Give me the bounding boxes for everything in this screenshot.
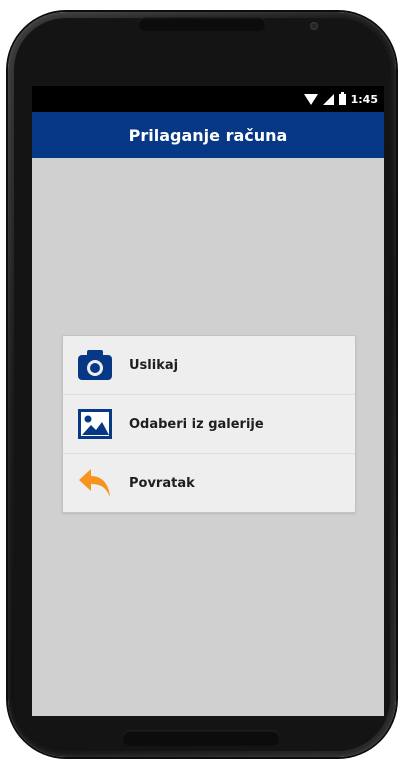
take-photo-label: Uslikaj xyxy=(129,357,179,373)
page-title: Prilaganje računa xyxy=(128,125,288,145)
choose-from-gallery-button[interactable]: Odaberi iz galerije xyxy=(63,394,355,453)
back-label: Povratak xyxy=(129,475,195,491)
bottom-speaker xyxy=(122,730,280,746)
attach-options-menu: Uslikaj Odaberi iz galerije Povratak xyxy=(62,335,356,513)
status-time: 1:45 xyxy=(350,92,378,106)
app-bar: Prilaganje računa xyxy=(32,112,384,158)
image-gallery-icon xyxy=(75,404,115,444)
signal-icon xyxy=(322,90,334,109)
take-photo-button[interactable]: Uslikaj xyxy=(63,336,355,394)
back-button[interactable]: Povratak xyxy=(63,453,355,512)
wifi-icon xyxy=(303,90,318,109)
camera-icon xyxy=(75,345,115,385)
battery-icon xyxy=(338,90,346,109)
back-arrow-icon xyxy=(75,463,115,503)
status-icons: 1:45 xyxy=(303,90,378,109)
phone-screen: 1:45 Prilaganje računa Uslikaj Odaberi i… xyxy=(32,86,384,716)
status-bar: 1:45 xyxy=(32,86,384,112)
choose-from-gallery-label: Odaberi iz galerije xyxy=(129,416,264,432)
top-speaker xyxy=(138,17,266,31)
front-camera xyxy=(310,22,318,30)
